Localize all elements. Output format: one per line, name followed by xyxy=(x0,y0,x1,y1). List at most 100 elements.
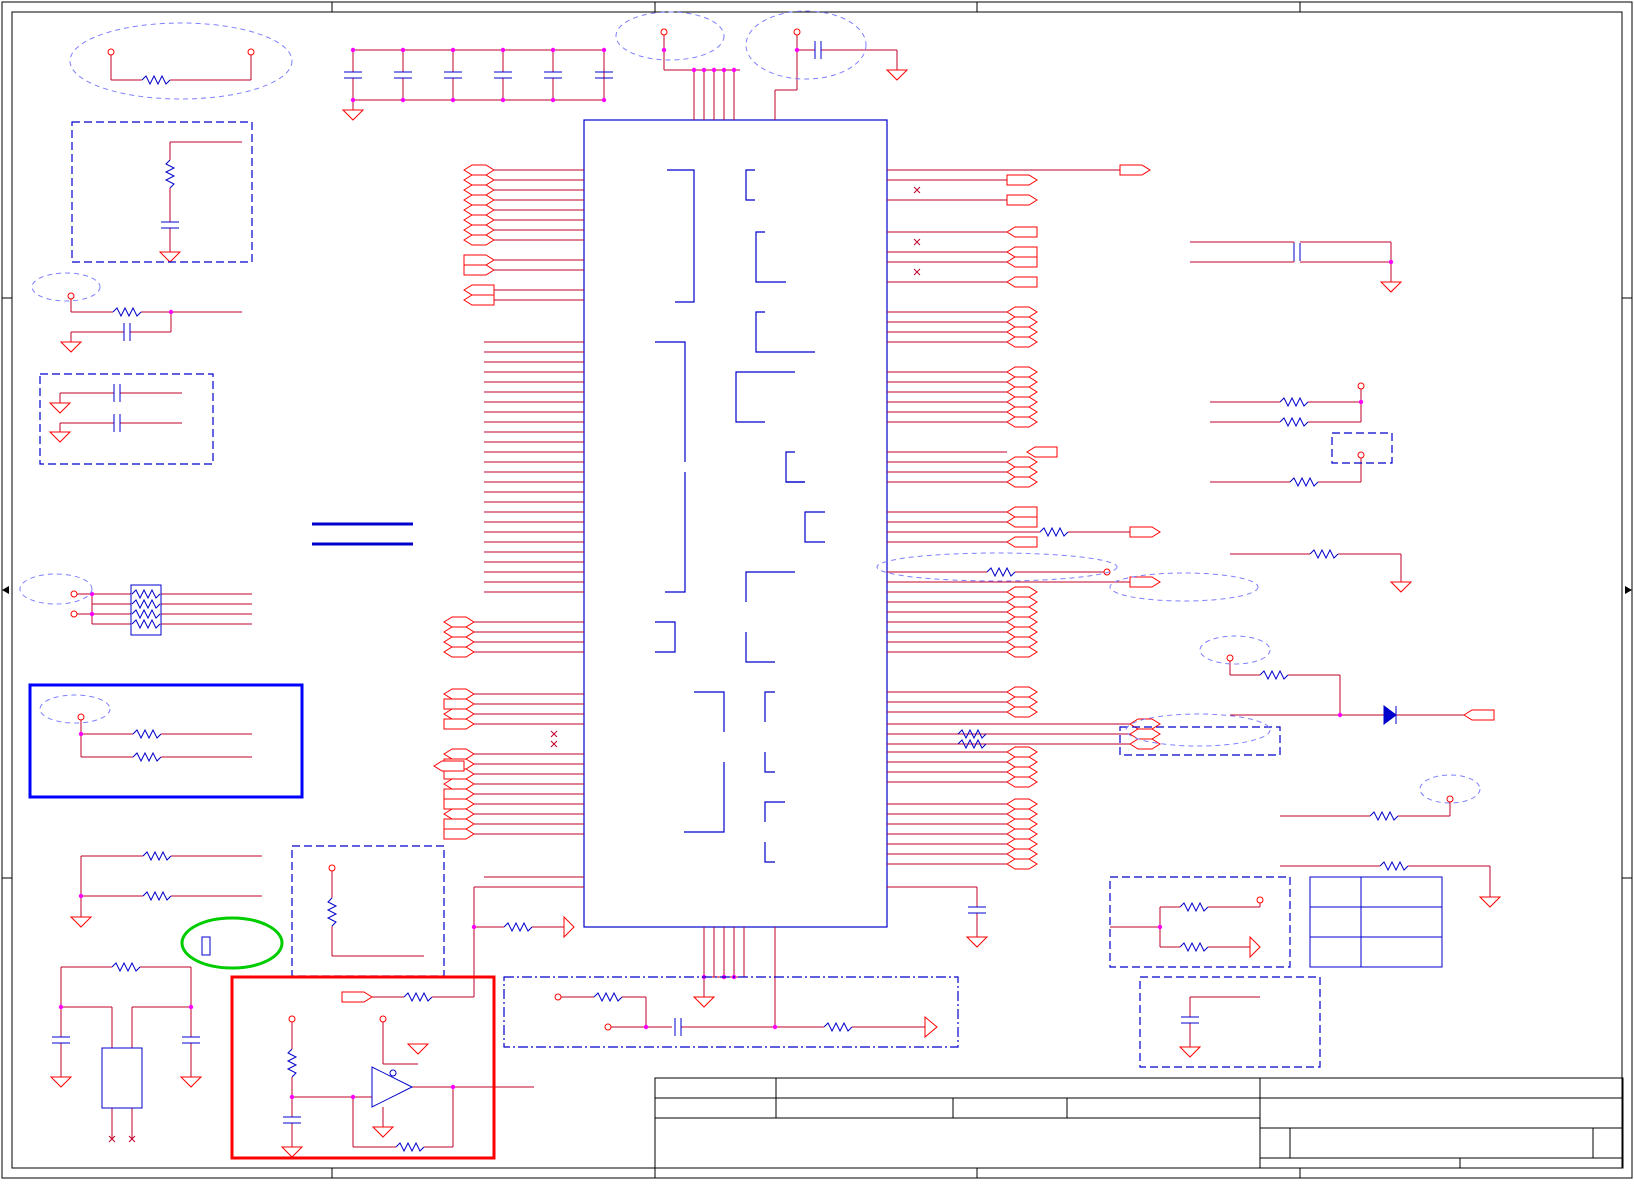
port-icon xyxy=(463,194,495,206)
junction-dot xyxy=(601,47,607,53)
junction-dot xyxy=(1337,712,1343,718)
frame-arrows xyxy=(2,586,1632,594)
port-icon xyxy=(1006,256,1038,268)
power-pin-icon xyxy=(1256,896,1264,904)
port-icon xyxy=(1006,174,1038,186)
resistor-icon xyxy=(1039,526,1069,538)
highlight-box-blue xyxy=(28,683,304,799)
junction-dot xyxy=(550,47,556,53)
junction-dot xyxy=(500,97,506,103)
resistor-icon xyxy=(1379,860,1409,872)
resistor-icon xyxy=(131,618,161,630)
port-icon xyxy=(463,164,495,176)
buffer-icon xyxy=(371,1066,414,1108)
port-icon xyxy=(1006,646,1038,658)
port-icon xyxy=(1006,818,1038,830)
port-icon xyxy=(1006,686,1038,698)
resistor-icon xyxy=(112,306,142,318)
port-icon xyxy=(443,646,475,658)
ground-icon xyxy=(179,1076,203,1088)
power-pin-icon xyxy=(1357,451,1365,459)
port-icon xyxy=(1006,226,1038,238)
port-icon xyxy=(463,214,495,226)
port-icon xyxy=(1006,316,1038,328)
port-icon xyxy=(1006,706,1038,718)
port-icon xyxy=(1006,746,1038,758)
port-icon xyxy=(1006,194,1038,206)
ground-icon xyxy=(692,996,716,1008)
dashed-group-box xyxy=(503,976,959,1048)
port-icon xyxy=(1006,756,1038,768)
ground-icon xyxy=(1389,581,1413,593)
junction-dot xyxy=(794,47,800,53)
wires xyxy=(59,32,1491,1148)
power-pin-icon xyxy=(604,1023,612,1031)
port-icon xyxy=(1006,516,1038,528)
port-icon xyxy=(1006,406,1038,418)
junction-dot xyxy=(500,47,506,53)
port-icon xyxy=(1006,306,1038,318)
ground-icon xyxy=(1178,1046,1202,1058)
port-icon xyxy=(463,204,495,216)
port-icon xyxy=(1026,446,1058,458)
port-icon xyxy=(1006,506,1038,518)
port-icon xyxy=(463,284,495,296)
note-ellipse xyxy=(69,22,293,100)
junction-dot xyxy=(400,97,406,103)
crystal-icon xyxy=(101,1047,143,1109)
resistor-icon xyxy=(286,1048,298,1078)
port-icon xyxy=(463,294,495,306)
port-icon xyxy=(1006,606,1038,618)
power-pin-icon xyxy=(1357,382,1365,390)
power-pin-icon xyxy=(70,610,78,618)
junction-dot xyxy=(89,611,95,617)
ports xyxy=(341,164,1495,1039)
port-icon xyxy=(924,1015,938,1039)
port-icon xyxy=(463,184,495,196)
ground-icon xyxy=(49,1076,73,1088)
resistor-icon xyxy=(132,751,162,763)
port-icon xyxy=(1006,798,1038,810)
port-icon xyxy=(443,778,475,790)
power-pin-icon xyxy=(70,590,78,598)
note-ellipse xyxy=(615,11,725,61)
resistor-icon xyxy=(1259,669,1289,681)
junction-dot xyxy=(1157,924,1163,930)
power-pin-icon xyxy=(77,713,85,721)
power-pin-icon xyxy=(554,993,562,1001)
resistor-icon xyxy=(1179,901,1209,913)
resistor-icon xyxy=(1279,396,1309,408)
port-icon xyxy=(1006,466,1038,478)
junction-dot xyxy=(471,924,477,930)
port-icon xyxy=(443,616,475,628)
junction-dot xyxy=(721,67,727,73)
port-icon xyxy=(1006,848,1038,860)
schematic-canvas xyxy=(1,1,1633,1179)
port-icon xyxy=(1006,766,1038,778)
port-icon xyxy=(443,748,475,760)
highlight-ellipse-green xyxy=(180,916,284,970)
port-icon xyxy=(463,224,495,236)
ground-icon xyxy=(885,69,909,81)
junction-dot xyxy=(450,97,456,103)
port-icon xyxy=(443,718,475,730)
power-pin-icon xyxy=(793,28,801,36)
power-pin-icon xyxy=(288,1015,296,1023)
port-icon xyxy=(1129,728,1161,740)
junction-dot xyxy=(550,97,556,103)
ground-icon xyxy=(406,1043,430,1055)
resistor-icon xyxy=(986,566,1016,578)
junction-dot xyxy=(701,67,707,73)
port-icon xyxy=(443,818,475,830)
junction-dot xyxy=(350,1094,356,1100)
port-icon xyxy=(463,254,495,266)
dashed-group-box xyxy=(71,121,253,263)
port-icon xyxy=(1006,326,1038,338)
resistor-icon xyxy=(142,850,172,862)
power-pin-icon xyxy=(1446,795,1454,803)
resistor-icon xyxy=(503,921,533,933)
junction-dot xyxy=(661,47,667,53)
no-connect-icon xyxy=(913,186,921,194)
junction-dot xyxy=(643,1024,649,1030)
junction-dot xyxy=(289,1094,295,1100)
